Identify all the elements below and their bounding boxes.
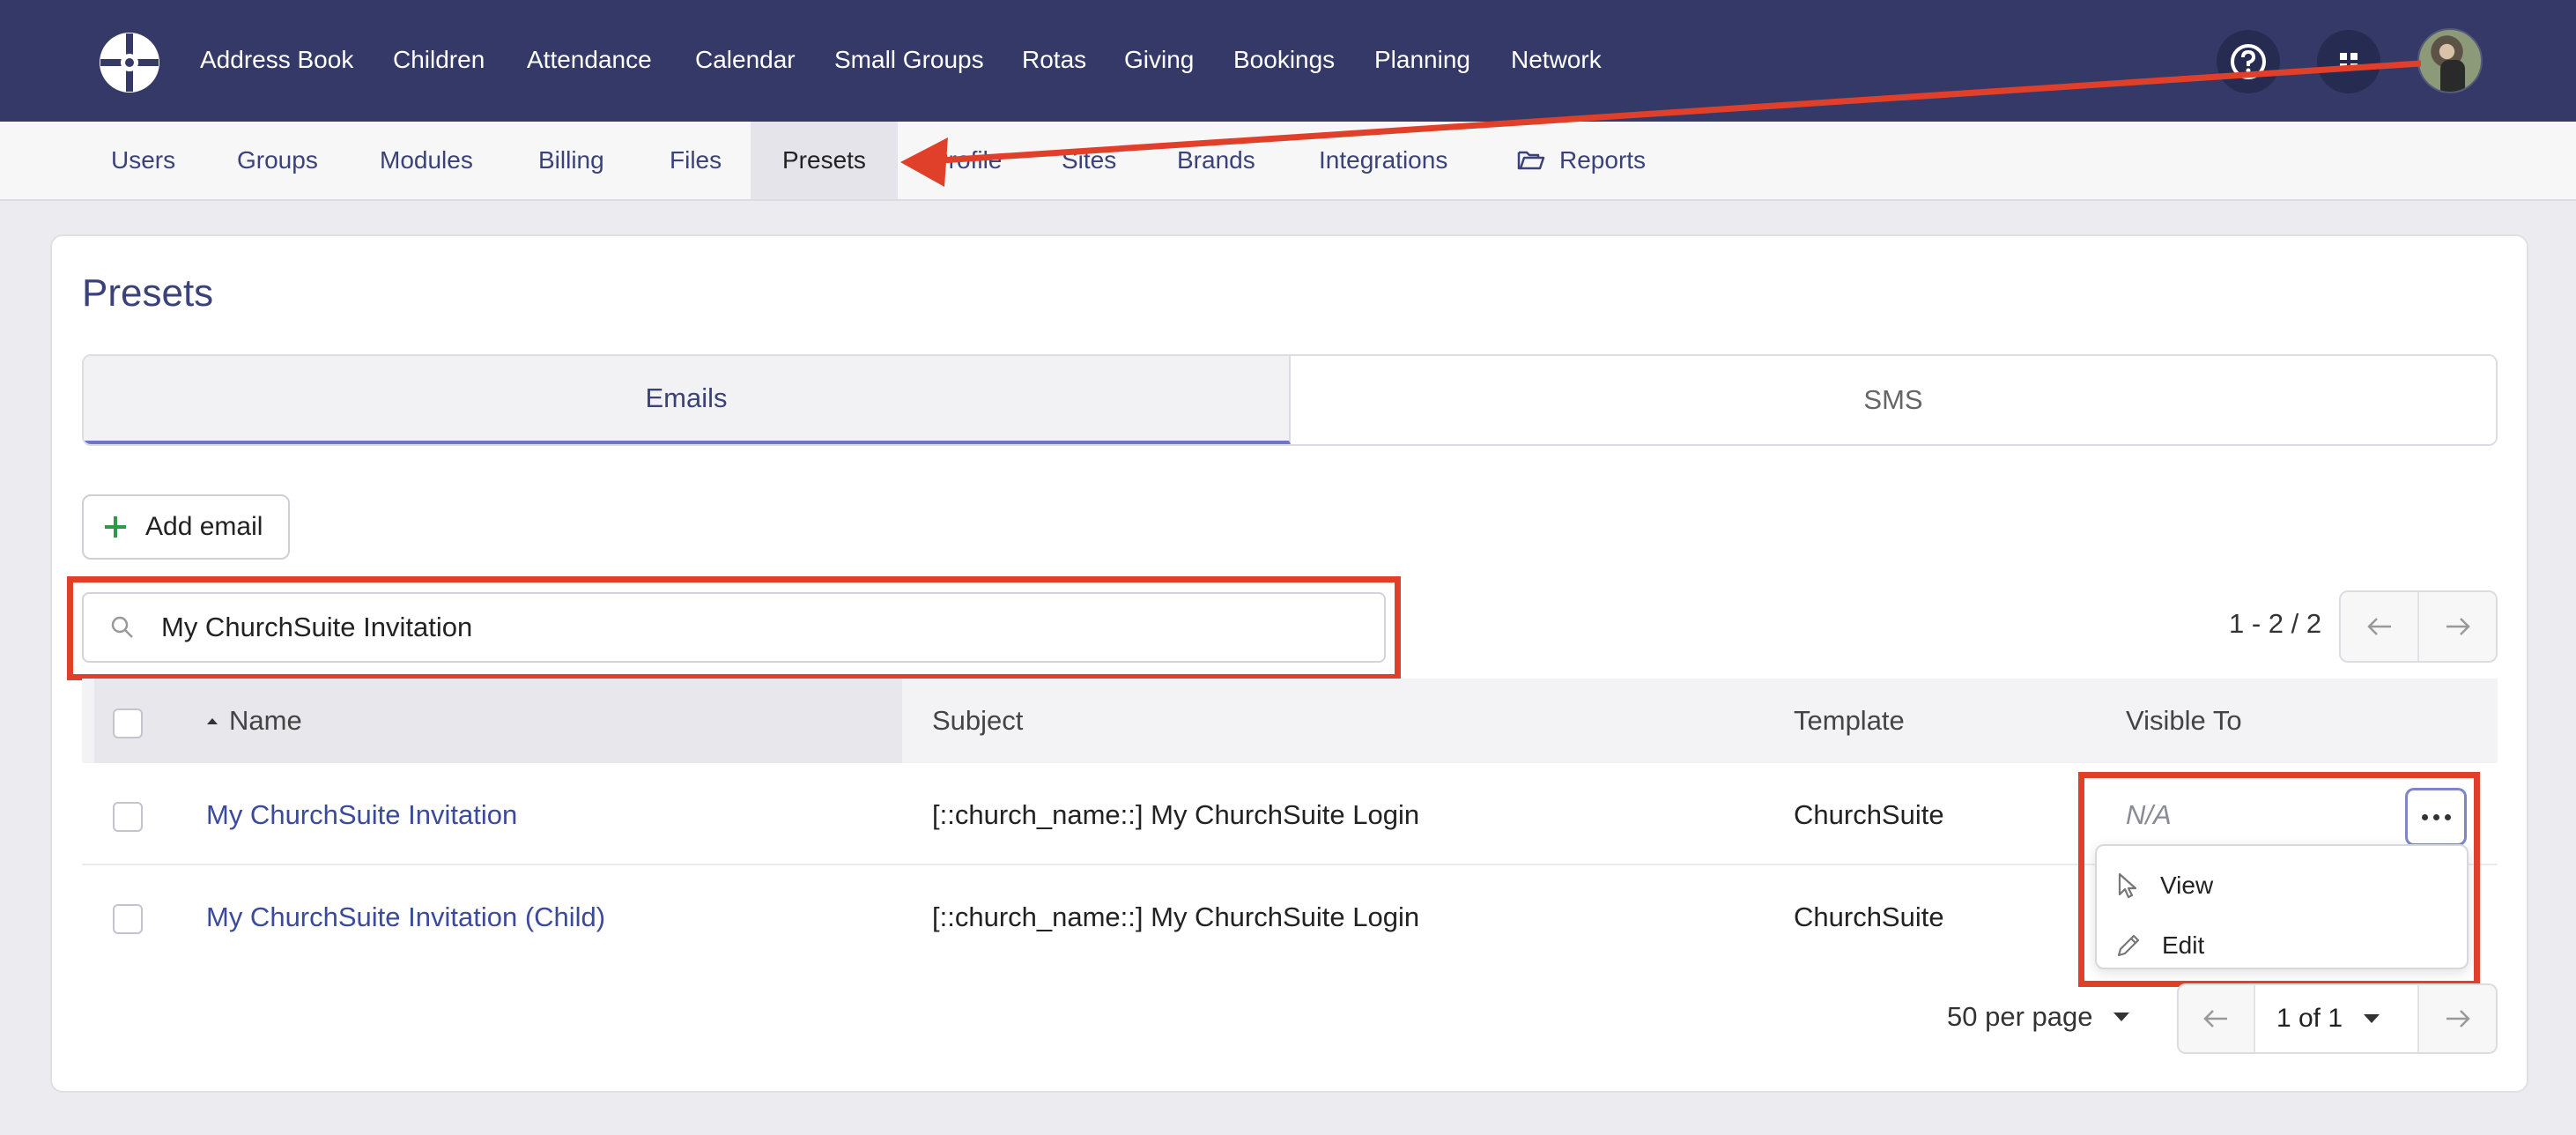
preset-name-link[interactable]: My ChurchSuite Invitation — [206, 799, 517, 831]
nav-item-bookings[interactable]: Bookings — [1233, 42, 1335, 78]
arrow-right-icon — [2446, 618, 2470, 635]
column-header-visible-to[interactable]: Visible To — [2126, 679, 2242, 763]
page-title: Presets — [82, 271, 214, 315]
add-email-button[interactable]: Add email — [82, 494, 290, 560]
folder-open-icon — [1517, 151, 1545, 170]
nav-item-rotas[interactable]: Rotas — [1022, 42, 1086, 78]
nav-item-calendar[interactable]: Calendar — [695, 42, 796, 78]
nav-item-attendance[interactable]: Attendance — [527, 42, 652, 78]
page-select[interactable]: 1 of 1 — [2254, 985, 2420, 1052]
subnav-item-integrations[interactable]: Integrations — [1319, 122, 1447, 199]
arrow-right-icon — [2446, 1010, 2470, 1027]
row-checkbox[interactable] — [113, 802, 143, 832]
nav-item-small-groups[interactable]: Small Groups — [834, 42, 984, 78]
annotation-box-search — [67, 576, 1401, 680]
top-pager — [2339, 590, 2498, 663]
column-header-template[interactable]: Template — [1794, 679, 1905, 763]
preset-subject: [::church_name::] My ChurchSuite Login — [932, 799, 1420, 830]
subnav-item-billing[interactable]: Billing — [538, 122, 604, 199]
subnav-item-users[interactable]: Users — [111, 122, 175, 199]
tab-emails[interactable]: Emails — [84, 356, 1291, 444]
nav-item-address-book[interactable]: Address Book — [200, 42, 353, 78]
nav-item-children[interactable]: Children — [393, 42, 485, 78]
page-select-label: 1 of 1 — [2276, 1004, 2343, 1033]
user-avatar[interactable] — [2417, 28, 2483, 93]
subnav-item-groups[interactable]: Groups — [237, 122, 318, 199]
subnav-item-brands[interactable]: Brands — [1177, 122, 1255, 199]
churchsuite-logo-icon[interactable] — [97, 30, 162, 95]
prev-page-button[interactable] — [2341, 592, 2419, 661]
column-header-name[interactable]: Name — [206, 679, 302, 763]
prev-page-button[interactable] — [2179, 985, 2255, 1052]
per-page-label: 50 per page — [1947, 1001, 2093, 1032]
subnav-item-sites[interactable]: Sites — [1062, 122, 1116, 199]
grid-icon — [2340, 53, 2358, 70]
preset-template: ChurchSuite — [1794, 901, 1944, 932]
subnav-item-profile[interactable]: Profile — [932, 122, 1002, 199]
column-header-name-label: Name — [229, 705, 302, 736]
subnav-item-reports-label: Reports — [1559, 146, 1647, 174]
preset-name-link[interactable]: My ChurchSuite Invitation (Child) — [206, 901, 605, 933]
next-page-button[interactable] — [2419, 592, 2496, 661]
caret-down-icon — [2113, 1013, 2130, 1021]
help-icon — [2231, 44, 2266, 79]
tab-sms[interactable]: SMS — [1291, 356, 2496, 444]
result-range: 1 - 2 / 2 — [2229, 608, 2322, 639]
preset-subject: [::church_name::] My ChurchSuite Login — [932, 901, 1420, 932]
preset-type-tabs: Emails SMS — [82, 354, 2498, 446]
nav-item-planning[interactable]: Planning — [1374, 42, 1470, 78]
column-header-subject[interactable]: Subject — [932, 679, 1023, 763]
arrow-left-icon — [2366, 618, 2391, 635]
subnav-item-reports[interactable]: Reports — [1517, 122, 1646, 199]
arrow-left-icon — [2203, 1010, 2228, 1027]
bottom-pager: 1 of 1 — [2177, 983, 2498, 1054]
select-all-checkbox[interactable] — [113, 708, 143, 738]
subnav-item-presets[interactable]: Presets — [751, 122, 898, 199]
sub-navigation: Users Groups Modules Billing Files Prese… — [0, 122, 2576, 201]
help-button[interactable] — [2217, 30, 2280, 93]
subnav-item-modules[interactable]: Modules — [380, 122, 473, 199]
preset-template: ChurchSuite — [1794, 799, 1944, 830]
row-checkbox[interactable] — [113, 904, 143, 934]
add-email-label: Add email — [145, 512, 263, 541]
subnav-item-files[interactable]: Files — [670, 122, 722, 199]
annotation-box-actions — [2078, 772, 2480, 987]
nav-item-giving[interactable]: Giving — [1124, 42, 1194, 78]
next-page-button[interactable] — [2419, 985, 2496, 1052]
caret-down-icon — [2364, 1014, 2380, 1023]
top-navigation: Address Book Children Attendance Calenda… — [0, 0, 2576, 122]
nav-item-network[interactable]: Network — [1511, 42, 1602, 78]
plus-icon — [103, 515, 128, 539]
per-page-select[interactable]: 50 per page — [1947, 1001, 2130, 1033]
sort-ascending-icon — [207, 718, 218, 724]
apps-button[interactable] — [2317, 30, 2380, 93]
